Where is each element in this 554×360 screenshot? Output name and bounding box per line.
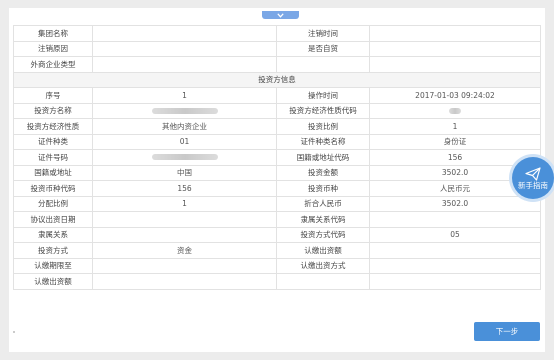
section-header-row: 投资方信息: [14, 72, 541, 88]
investor-econ-code-redacted: [370, 103, 541, 119]
field-value: [370, 274, 541, 290]
next-step-button[interactable]: 下一步: [474, 322, 540, 341]
guide-label: 新手指南: [518, 180, 548, 190]
field-value: [370, 212, 541, 228]
field-label: 认缴期限至: [14, 258, 93, 274]
field-value: [93, 57, 277, 73]
field-value: 其他内资企业: [93, 119, 277, 135]
investor-name-redacted: [93, 103, 277, 119]
table-row: 注销原因 是否自贸: [14, 41, 541, 57]
field-value: [370, 258, 541, 274]
field-label: 隶属关系代码: [277, 212, 370, 228]
collapse-toggle[interactable]: [262, 11, 299, 19]
field-value: [93, 258, 277, 274]
id-number-redacted: [93, 150, 277, 166]
field-value: 1: [93, 88, 277, 104]
field-label: 序号: [14, 88, 93, 104]
field-label: 投资方经济性质代码: [277, 103, 370, 119]
field-value: [93, 227, 277, 243]
field-label: 投资方名称: [14, 103, 93, 119]
field-label: 认缴出资方式: [277, 258, 370, 274]
section-title: 投资方信息: [14, 72, 541, 88]
info-table: 集团名称 注销时间 注销原因 是否自贸 外商企业类型 投资方信息 序号 1 操作…: [13, 25, 541, 290]
beginner-guide-button[interactable]: 新手指南: [512, 157, 554, 199]
field-label: 分配比例: [14, 196, 93, 212]
table-row: 认缴出资额: [14, 274, 541, 290]
field-value: [370, 57, 541, 73]
field-value: [93, 274, 277, 290]
field-value: 3502.0: [370, 196, 541, 212]
field-label: 投资方式: [14, 243, 93, 259]
table-row: 投资币种代码 156 投资币种 人民币元: [14, 181, 541, 197]
field-value: 01: [93, 134, 277, 150]
field-label: 注销时间: [277, 26, 370, 42]
field-label: 证件种类名称: [277, 134, 370, 150]
field-value: [370, 41, 541, 57]
table-row: 序号 1 操作时间 2017-01-03 09:24:02: [14, 88, 541, 104]
table-row: 投资方名称 投资方经济性质代码: [14, 103, 541, 119]
table-row: 外商企业类型: [14, 57, 541, 73]
table-row: 投资方式 资金 认缴出资额: [14, 243, 541, 259]
table-row: 分配比例 1 折合人民币 3502.0: [14, 196, 541, 212]
field-label: 投资比例: [277, 119, 370, 135]
table-row: 证件号码 国籍或地址代码 156: [14, 150, 541, 166]
field-label: 隶属关系: [14, 227, 93, 243]
field-label: 注销原因: [14, 41, 93, 57]
field-value: 资金: [93, 243, 277, 259]
field-label: 国籍或地址: [14, 165, 93, 181]
field-label: 国籍或地址代码: [277, 150, 370, 166]
field-label: 认缴出资额: [277, 243, 370, 259]
field-value: [93, 41, 277, 57]
table-row: 集团名称 注销时间: [14, 26, 541, 42]
field-value: [93, 26, 277, 42]
field-label: 投资方式代码: [277, 227, 370, 243]
field-value: 中国: [93, 165, 277, 181]
table-row: 证件种类 01 证件种类名称 身份证: [14, 134, 541, 150]
table-row: 认缴期限至 认缴出资方式: [14, 258, 541, 274]
field-value: [93, 212, 277, 228]
field-value: 身份证: [370, 134, 541, 150]
redacted-text: [449, 107, 461, 114]
field-label: 投资金额: [277, 165, 370, 181]
field-label: 操作时间: [277, 88, 370, 104]
field-value: [370, 243, 541, 259]
field-label: 认缴出资额: [14, 274, 93, 290]
field-label: 投资币种: [277, 181, 370, 197]
field-value: 1: [93, 196, 277, 212]
field-label: 投资方经济性质: [14, 119, 93, 135]
field-label: 证件种类: [14, 134, 93, 150]
decorative-dot: [13, 331, 15, 333]
field-label: 投资币种代码: [14, 181, 93, 197]
field-label: 外商企业类型: [14, 57, 93, 73]
field-value: [370, 26, 541, 42]
paper-plane-icon: [525, 166, 541, 181]
field-label: [277, 57, 370, 73]
field-value: 2017-01-03 09:24:02: [370, 88, 541, 104]
field-label: 证件号码: [14, 150, 93, 166]
field-value: 156: [93, 181, 277, 197]
field-value: 1: [370, 119, 541, 135]
table-row: 协议出资日期 隶属关系代码: [14, 212, 541, 228]
table-row: 投资方经济性质 其他内资企业 投资比例 1: [14, 119, 541, 135]
table-row: 隶属关系 投资方式代码 05: [14, 227, 541, 243]
redacted-text: [151, 107, 218, 114]
field-label: 协议出资日期: [14, 212, 93, 228]
table-row: 国籍或地址 中国 投资金额 3502.0: [14, 165, 541, 181]
field-label: 是否自贸: [277, 41, 370, 57]
field-label: [277, 274, 370, 290]
redacted-text: [151, 154, 218, 161]
field-value: 05: [370, 227, 541, 243]
chevron-down-icon: [277, 12, 284, 18]
field-label: 集团名称: [14, 26, 93, 42]
field-label: 折合人民币: [277, 196, 370, 212]
field-value: 156: [370, 150, 541, 166]
